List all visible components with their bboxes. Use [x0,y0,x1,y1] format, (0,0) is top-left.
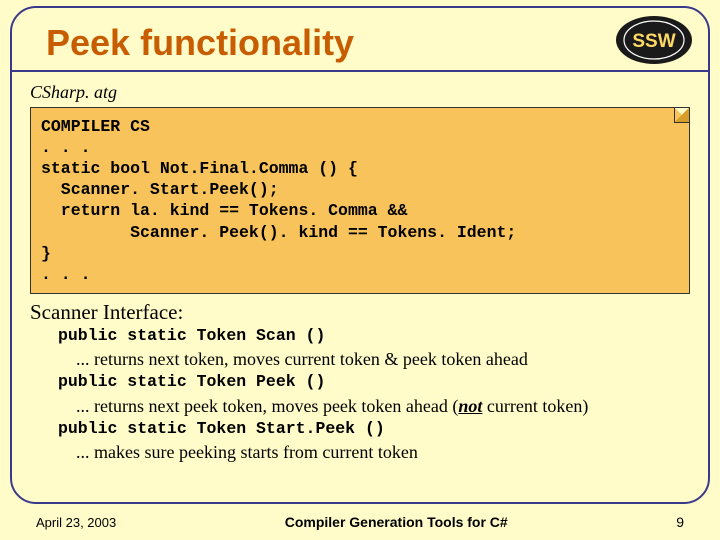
signature-startpeek: public static Token Start.Peek () [58,418,690,440]
slide: Peek functionality SSW CSharp. atg COMPI… [0,0,720,540]
slide-title: Peek functionality [46,22,704,64]
logo-text: SSW [632,31,675,52]
desc-peek-a: ... returns next peek token, moves peek … [76,396,458,416]
footer-page-number: 9 [676,514,684,530]
desc-scan: ... returns next token, moves current to… [76,347,690,371]
desc-peek: ... returns next peek token, moves peek … [76,394,690,418]
footer-title: Compiler Generation Tools for C# [285,514,508,530]
code-block: COMPILER CS . . . static bool Not.Final.… [30,107,690,294]
filename-label: CSharp. atg [30,82,690,103]
desc-peek-b: current token) [482,396,588,416]
desc-startpeek: ... makes sure peeking starts from curre… [76,440,690,464]
slide-content: CSharp. atg COMPILER CS . . . static boo… [30,82,690,496]
footer-date: April 23, 2003 [36,515,116,530]
signature-scan: public static Token Scan () [58,325,690,347]
slide-footer: April 23, 2003 Compiler Generation Tools… [36,514,684,530]
title-divider [12,70,708,72]
signature-peek: public static Token Peek () [58,371,690,393]
ssw-logo: SSW [610,12,698,68]
desc-peek-not: not [458,396,482,416]
interface-list: public static Token Scan () ... returns … [58,325,690,465]
interface-heading: Scanner Interface: [30,300,690,325]
